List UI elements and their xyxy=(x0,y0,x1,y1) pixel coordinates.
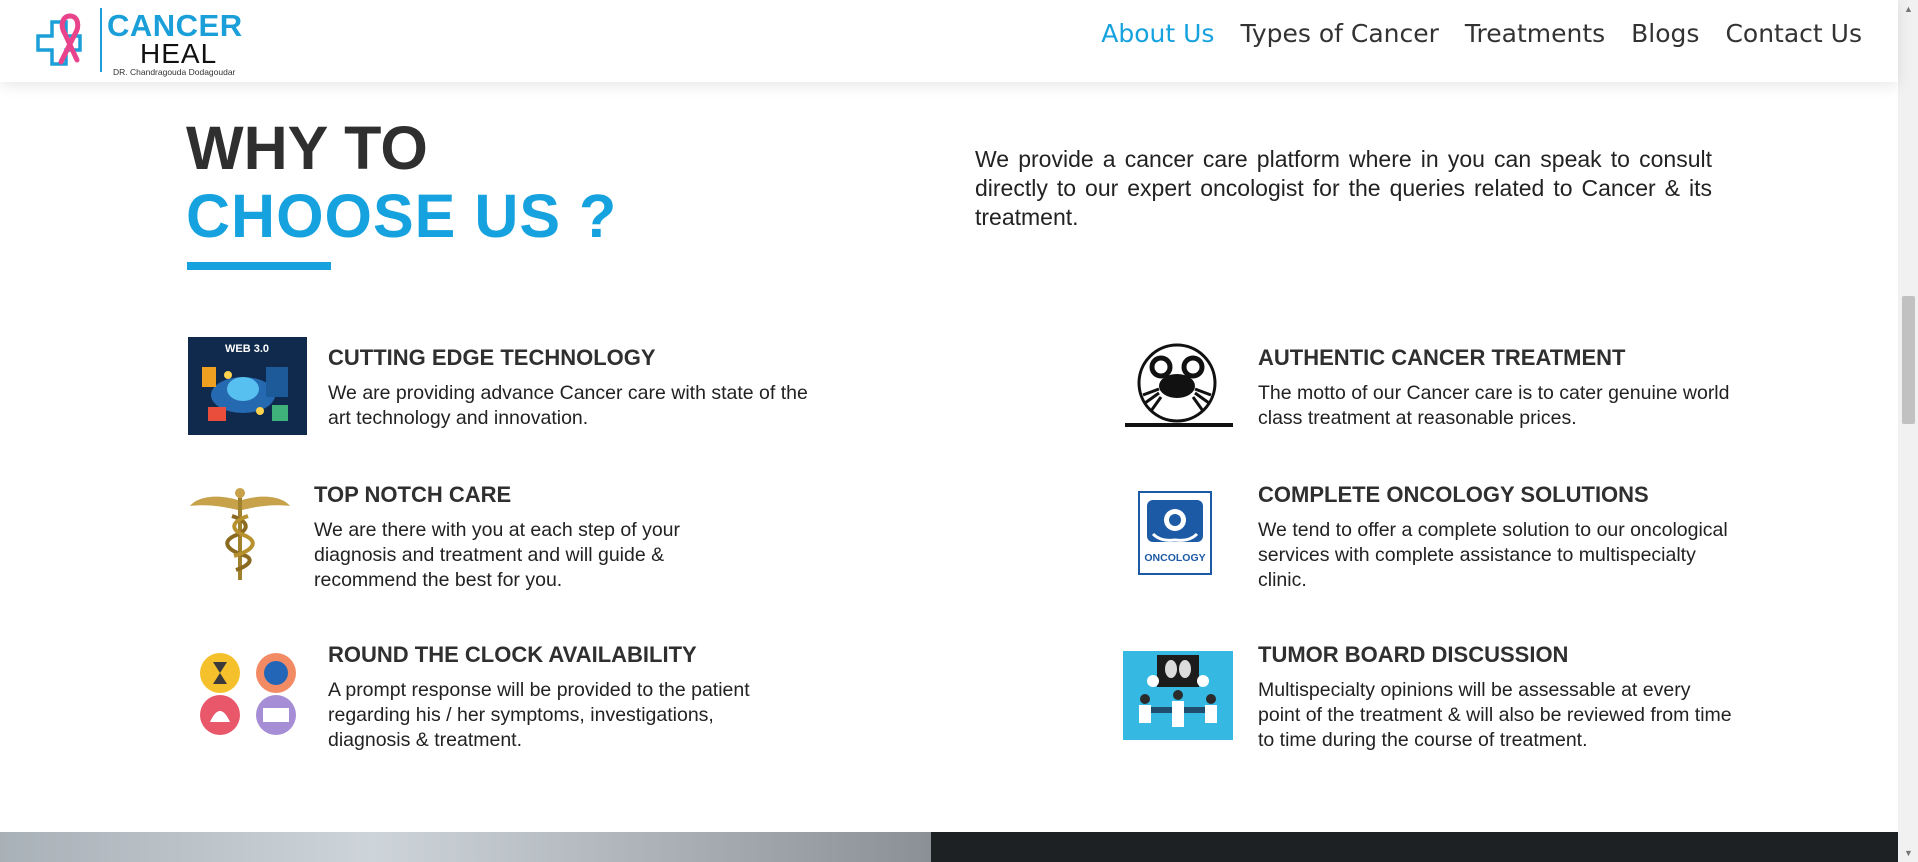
feature-title: AUTHENTIC CANCER TREATMENT xyxy=(1258,345,1626,370)
logo-divider xyxy=(100,8,102,72)
section-heading-line2: CHOOSE US ? xyxy=(186,182,618,250)
svg-text:ONCOLOGY: ONCOLOGY xyxy=(1144,552,1205,564)
caduceus-icon xyxy=(190,488,290,580)
oncology-sign-icon: ONCOLOGY xyxy=(1138,491,1212,575)
tumor-board-meeting-image xyxy=(1123,651,1233,740)
next-section-image-left xyxy=(0,832,931,862)
main-nav: About Us Types of Cancer Treatments Blog… xyxy=(1101,16,1862,52)
page-scrollbar[interactable] xyxy=(1898,0,1918,862)
feature-title: TUMOR BOARD DISCUSSION xyxy=(1258,642,1569,667)
nav-about-us[interactable]: About Us xyxy=(1101,16,1214,52)
crab-cancer-icon xyxy=(1125,343,1233,427)
nav-blogs[interactable]: Blogs xyxy=(1631,16,1699,52)
nav-types-of-cancer[interactable]: Types of Cancer xyxy=(1240,16,1438,52)
feature-cutting-edge: CUTTING EDGE TECHNOLOGY We are providing… xyxy=(328,345,808,431)
scroll-up-arrow-icon[interactable]: ▲ xyxy=(1902,2,1915,16)
logo-brand-bottom: HEAL xyxy=(140,38,218,69)
feature-oncology-solutions: COMPLETE ONCOLOGY SOLUTIONS We tend to o… xyxy=(1258,482,1738,593)
feature-title: ROUND THE CLOCK AVAILABILITY xyxy=(328,642,697,667)
section-intro: We provide a cancer care platform where … xyxy=(975,146,1712,230)
feature-tumor-board: TUMOR BOARD DISCUSSION Multispecialty op… xyxy=(1258,642,1738,753)
feature-description: A prompt response will be provided to th… xyxy=(328,679,750,751)
feature-title: COMPLETE ONCOLOGY SOLUTIONS xyxy=(1258,482,1649,507)
next-section-image-right xyxy=(931,832,1898,862)
heading-underline xyxy=(187,262,331,270)
feature-title: TOP NOTCH CARE xyxy=(314,482,512,507)
feature-description: We are providing advance Cancer care wit… xyxy=(328,382,808,429)
medical-cross-ribbon-icon xyxy=(36,13,82,66)
feature-description: We tend to offer a complete solution to … xyxy=(1258,519,1728,591)
section-heading-line1: WHY TO xyxy=(186,114,428,182)
feature-authentic-treatment: AUTHENTIC CANCER TREATMENT The motto of … xyxy=(1258,345,1738,431)
feature-top-notch-care: TOP NOTCH CARE We are there with you at … xyxy=(314,482,744,593)
feature-description: The motto of our Cancer care is to cater… xyxy=(1258,382,1730,429)
feature-title: CUTTING EDGE TECHNOLOGY xyxy=(328,345,656,370)
web3-technology-image: WEB 3.0 xyxy=(188,337,307,435)
feature-description: We are there with you at each step of yo… xyxy=(314,519,681,591)
feature-description: Multispecialty opinions will be assessab… xyxy=(1258,679,1732,751)
feature-round-the-clock: ROUND THE CLOCK AVAILABILITY A prompt re… xyxy=(328,642,798,753)
scrollbar-thumb[interactable] xyxy=(1902,296,1915,424)
site-header: CANCER HEAL DR. Chandragouda Dodagoudar … xyxy=(0,0,1898,82)
logo-subtitle: DR. Chandragouda Dodagoudar xyxy=(113,67,236,77)
clock-icons-image xyxy=(200,653,296,735)
site-logo[interactable]: CANCER HEAL DR. Chandragouda Dodagoudar xyxy=(36,6,246,80)
svg-text:WEB 3.0: WEB 3.0 xyxy=(225,343,269,355)
nav-contact-us[interactable]: Contact Us xyxy=(1725,16,1862,52)
scroll-down-arrow-icon[interactable]: ▼ xyxy=(1902,846,1915,860)
nav-treatments[interactable]: Treatments xyxy=(1465,16,1605,52)
